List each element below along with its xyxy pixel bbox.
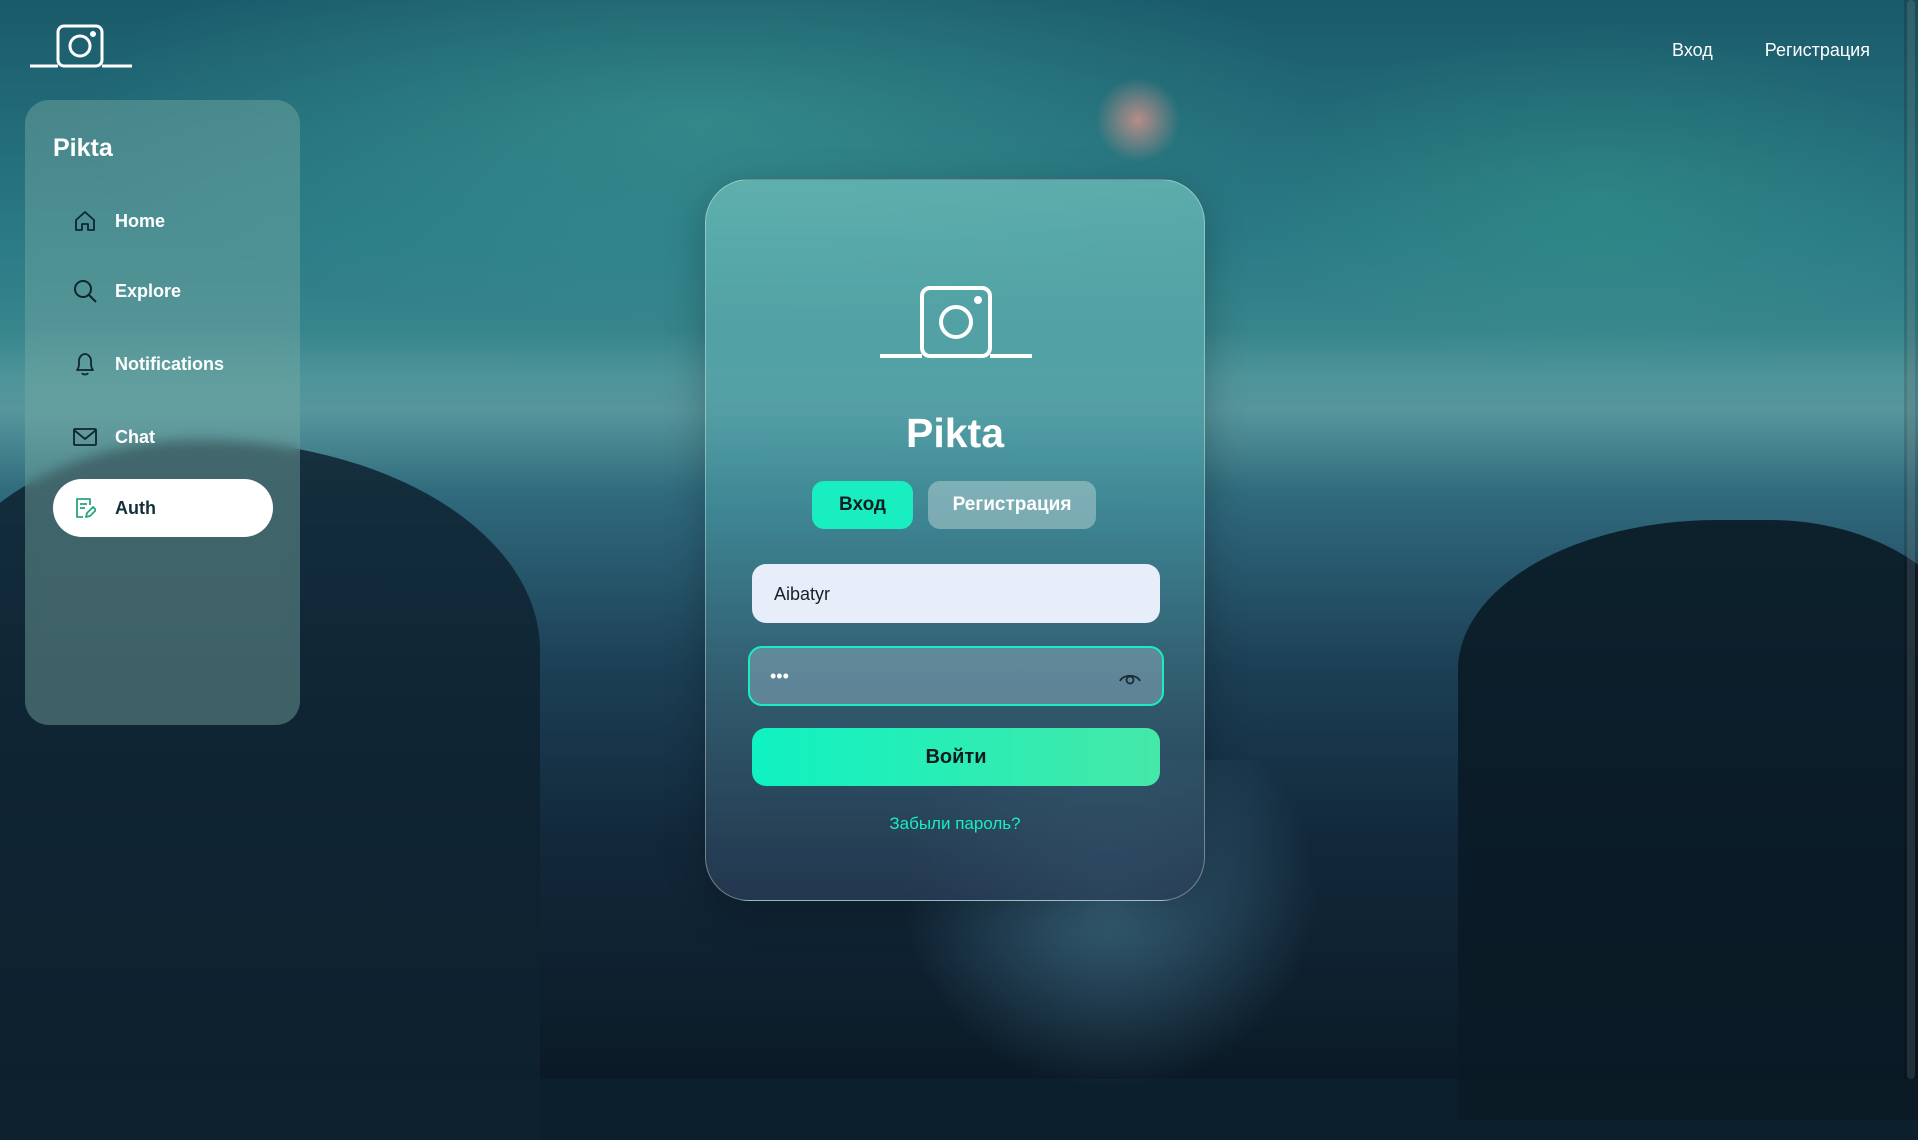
sidebar-item-label: Home — [115, 210, 166, 231]
password-input[interactable]: ••• — [770, 666, 789, 687]
header-login-link[interactable]: Вход — [1672, 40, 1713, 61]
sidebar-item-home[interactable]: Home — [53, 192, 273, 250]
sidebar-item-label: Explore — [115, 280, 182, 301]
search-icon — [71, 277, 99, 305]
header-register-link[interactable]: Регистрация — [1765, 40, 1870, 61]
sidebar-item-label: Notifications — [115, 353, 225, 374]
sidebar-item-label: Chat — [115, 426, 155, 447]
scrollbar-thumb[interactable] — [1907, 0, 1915, 1079]
username-input[interactable] — [772, 564, 1076, 625]
tab-register[interactable]: Регистрация — [928, 481, 1096, 529]
background-cliff-right — [1458, 520, 1918, 1120]
sidebar-item-auth[interactable]: Auth — [53, 479, 273, 537]
tab-login[interactable]: Вход — [812, 481, 913, 529]
login-submit-button[interactable]: Войти — [752, 728, 1160, 786]
card-title: Pikta — [906, 410, 1004, 456]
auth-card: Pikta Вход Регистрация ••• Войти Забыли … — [705, 179, 1205, 901]
page-scrollbar[interactable] — [1904, 0, 1918, 1079]
bell-icon — [71, 350, 99, 378]
sidebar: Pikta Home Explore Notifications Chat Au… — [25, 100, 300, 725]
forgot-password-link[interactable]: Забыли пароль? — [706, 814, 1204, 834]
sidebar-brand: Pikta — [53, 134, 113, 162]
camera-icon — [880, 286, 1032, 360]
sidebar-item-label: Auth — [115, 497, 156, 518]
sidebar-item-chat[interactable]: Chat — [53, 408, 273, 466]
edit-document-icon — [71, 494, 99, 522]
sidebar-item-notifications[interactable]: Notifications — [53, 335, 273, 393]
camera-icon[interactable] — [30, 24, 132, 70]
home-icon — [71, 207, 99, 235]
sidebar-item-explore[interactable]: Explore — [53, 262, 273, 320]
header-nav: Вход Регистрация — [1672, 40, 1870, 61]
username-field[interactable] — [752, 564, 1160, 625]
password-field[interactable]: ••• — [748, 646, 1164, 706]
eye-icon[interactable] — [1118, 666, 1142, 690]
mail-icon — [71, 423, 99, 451]
